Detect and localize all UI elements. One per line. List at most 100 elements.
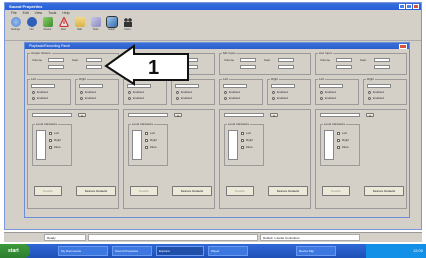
level-group: ▾ Level Indicators Left Right Mute Disab… (219, 109, 311, 209)
dropdown-button[interactable]: ▾ (366, 113, 374, 118)
indicator-field[interactable] (128, 113, 168, 117)
right-checkbox[interactable] (145, 139, 148, 142)
level-group: ▾ Level Indicators Left Right Mute Disab… (123, 109, 215, 209)
disable-button[interactable]: Disable (226, 186, 254, 196)
enabled-radio[interactable] (176, 91, 179, 94)
taskbar-item[interactable]: Sound Properties (112, 246, 152, 256)
right-channel-field[interactable] (271, 84, 295, 88)
setting-field[interactable] (374, 65, 390, 69)
setting-field[interactable] (240, 65, 256, 69)
right-channel-group: Right Enabled Enabled (267, 77, 311, 105)
enabled-radio[interactable] (32, 91, 35, 94)
toolbar-tools-button[interactable]: Tools (89, 16, 102, 31)
right-channel-field[interactable] (367, 84, 391, 88)
enabled-radio[interactable] (128, 97, 131, 100)
enabled-radio[interactable] (272, 91, 275, 94)
status-spacer (88, 234, 258, 241)
right-checkbox[interactable] (49, 139, 52, 142)
mute-checkbox[interactable] (337, 146, 340, 149)
toolbar-graph-button[interactable]: Graph (105, 16, 118, 31)
restore-defaults-button[interactable]: Restore Defaults (364, 186, 404, 196)
left-channel-field[interactable] (319, 84, 343, 88)
enabled-radio[interactable] (272, 97, 275, 100)
toolbar-settings-button[interactable]: Settings (9, 16, 22, 31)
left-channel-field[interactable] (31, 84, 55, 88)
right-channel-field[interactable] (79, 84, 103, 88)
close-button[interactable] (413, 4, 419, 9)
gain-field[interactable] (374, 58, 390, 62)
enabled-radio[interactable] (368, 97, 371, 100)
volume-field[interactable] (48, 58, 64, 62)
minimize-button[interactable] (399, 4, 405, 9)
enabled-radio[interactable] (128, 91, 131, 94)
taskbar-item[interactable]: Device Mgr (296, 246, 336, 256)
device-panel: Mic Input Volume Gain Left Enabled Enabl… (219, 51, 311, 217)
dropdown-button[interactable]: ▾ (270, 113, 278, 118)
toolbar-device-button[interactable]: Device (41, 16, 54, 31)
gain-field[interactable] (278, 58, 294, 62)
indicator-field[interactable] (224, 113, 264, 117)
desktop: Sound Properties File Edit View Tools He… (0, 0, 426, 258)
level-meter (324, 130, 334, 160)
level-meter (228, 130, 238, 160)
taskbar: start My Documents Sound Properties Expl… (0, 244, 426, 258)
inner-close-button[interactable] (399, 43, 407, 49)
enabled-radio[interactable] (80, 91, 83, 94)
title-bar: Sound Properties (5, 3, 421, 10)
mute-checkbox[interactable] (241, 146, 244, 149)
restore-defaults-button[interactable]: Restore Defaults (76, 186, 116, 196)
disable-button[interactable]: Disable (34, 186, 62, 196)
dropdown-button[interactable]: ▾ (78, 113, 86, 118)
enabled-radio[interactable] (224, 97, 227, 100)
left-channel-field[interactable] (223, 84, 247, 88)
disable-button[interactable]: Disable (130, 186, 158, 196)
start-button[interactable]: start (0, 244, 30, 258)
indicator-field[interactable] (32, 113, 72, 117)
restore-defaults-button[interactable]: Restore Defaults (172, 186, 212, 196)
setting-field[interactable] (86, 65, 102, 69)
indicator-field[interactable] (320, 113, 360, 117)
left-channel-group: Left Enabled Enabled (315, 77, 359, 105)
toolbar-mail-button[interactable]: Mail (73, 16, 86, 31)
enabled-radio[interactable] (368, 91, 371, 94)
setting-field[interactable] (278, 65, 294, 69)
left-checkbox[interactable] (241, 132, 244, 135)
right-checkbox[interactable] (337, 139, 340, 142)
gear-globe-icon (10, 17, 21, 27)
enabled-radio[interactable] (320, 97, 323, 100)
taskbar-item[interactable]: My Documents (58, 246, 108, 256)
volume-field[interactable] (336, 58, 352, 62)
taskbar-item-active[interactable]: Explorer (156, 246, 204, 256)
mute-checkbox[interactable] (49, 146, 52, 149)
enabled-radio[interactable] (32, 97, 35, 100)
mute-checkbox[interactable] (145, 146, 148, 149)
enabled-radio[interactable] (80, 97, 83, 100)
volume-field[interactable] (240, 58, 256, 62)
level-indicators-group: Level Indicators Left Right Mute (224, 122, 264, 166)
setting-field[interactable] (48, 65, 64, 69)
status-left: Ready (44, 234, 86, 241)
toolbar-info-button[interactable]: Info (25, 16, 38, 31)
system-tray: 12:00 (366, 244, 426, 258)
left-checkbox[interactable] (337, 132, 340, 135)
toolbar-alert-button[interactable]: Alert (57, 16, 70, 31)
dropdown-button[interactable]: ▾ (174, 113, 182, 118)
right-channel-group: Right Enabled Enabled (363, 77, 407, 105)
restore-defaults-button[interactable]: Restore Defaults (268, 186, 308, 196)
disable-button[interactable]: Disable (322, 186, 350, 196)
left-checkbox[interactable] (49, 132, 52, 135)
toolbar-users-button[interactable]: Users (121, 16, 134, 31)
enabled-radio[interactable] (320, 91, 323, 94)
device-group: Aux Input Volume Gain (315, 51, 407, 75)
setting-field[interactable] (336, 65, 352, 69)
left-checkbox[interactable] (145, 132, 148, 135)
right-checkbox[interactable] (241, 139, 244, 142)
gain-field[interactable] (86, 58, 102, 62)
taskbar-item[interactable]: Player (208, 246, 248, 256)
enabled-radio[interactable] (176, 97, 179, 100)
maximize-button[interactable] (406, 4, 412, 9)
window-title: Sound Properties (9, 4, 43, 9)
level-group: ▾ Level Indicators Left Right Mute Disab… (315, 109, 407, 209)
clock: 12:00 (412, 248, 423, 253)
enabled-radio[interactable] (224, 91, 227, 94)
